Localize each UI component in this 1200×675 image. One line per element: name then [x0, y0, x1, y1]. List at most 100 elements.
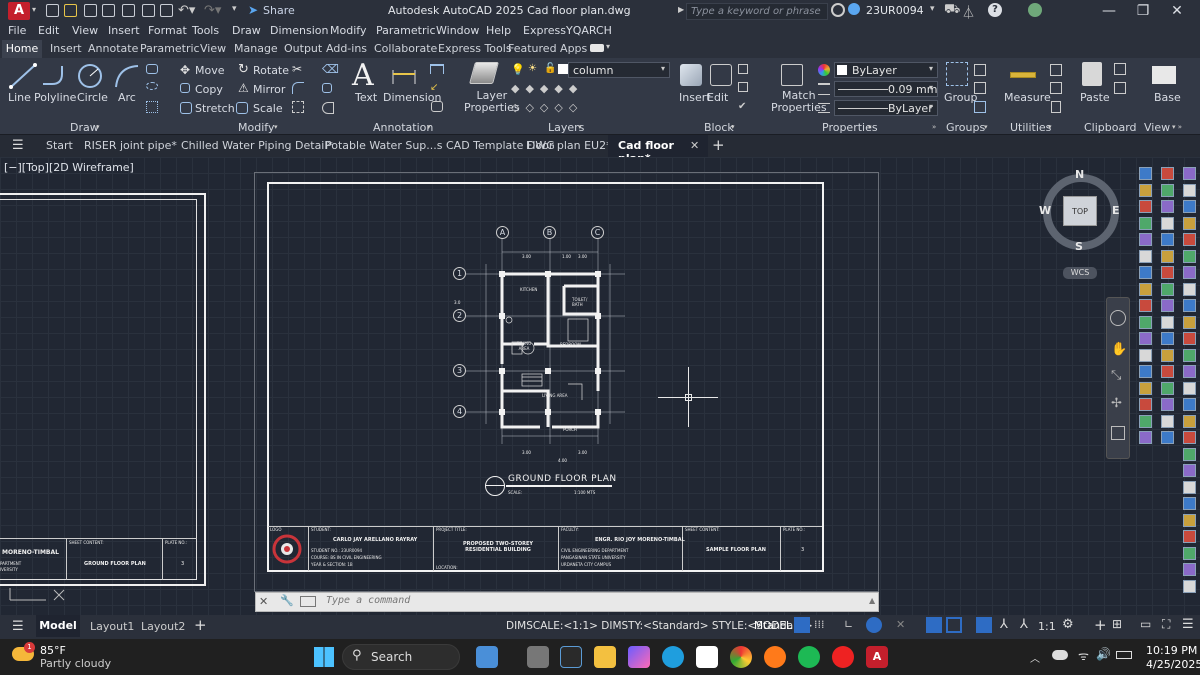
tool-palette-icon[interactable] [1183, 414, 1196, 428]
file-explorer-icon[interactable] [594, 646, 616, 668]
clock-date[interactable]: 4/25/2025 [1146, 658, 1200, 671]
tool-palette-icon[interactable] [1161, 431, 1174, 444]
menu-yqarch[interactable]: YQARCH [566, 24, 612, 37]
command-close-icon[interactable]: ✕ [259, 595, 268, 608]
tool-palette-icon[interactable] [1139, 200, 1152, 213]
menu-file[interactable]: File [8, 24, 26, 37]
dropbox-icon[interactable] [560, 646, 582, 668]
tool-palette-icon[interactable] [1183, 233, 1196, 246]
ellipse-icon[interactable] [146, 82, 158, 90]
file-tab-riser[interactable]: RISER joint pipe* [84, 139, 177, 152]
select-all-icon[interactable] [1050, 82, 1062, 94]
rotate-icon[interactable]: ↻ [238, 62, 249, 77]
utilities-panel-chevron-icon[interactable]: ▾ [1048, 123, 1052, 131]
polyline-icon[interactable] [40, 62, 68, 90]
tool-palette-icon[interactable] [1183, 480, 1196, 494]
group-icon[interactable] [946, 62, 968, 86]
app-menu-chevron-icon[interactable]: ▾ [32, 5, 36, 14]
group-select-icon[interactable] [974, 101, 986, 113]
search-expand-icon[interactable]: ▶ [678, 5, 684, 14]
weather-temp[interactable]: 85°F [40, 644, 66, 657]
dimension-icon[interactable] [390, 62, 418, 88]
tool-palette-icon[interactable] [1161, 167, 1174, 180]
tool-palette-icon[interactable] [1183, 167, 1196, 180]
tab-parametric[interactable]: Parametric [140, 42, 200, 55]
scale-button[interactable]: Scale [253, 102, 283, 115]
fillet-icon[interactable] [292, 82, 304, 94]
plot-icon[interactable] [122, 4, 135, 17]
minimize-button[interactable]: — [1100, 2, 1118, 20]
paste-button[interactable]: Paste [1080, 91, 1110, 104]
start-tab[interactable]: Start [46, 139, 73, 152]
paste-icon[interactable] [1082, 62, 1102, 86]
tool-palette-icon[interactable] [1183, 216, 1196, 230]
units-icon[interactable]: ⊞ [1112, 617, 1122, 631]
tool-palette-icon[interactable] [1161, 381, 1174, 395]
command-customize-icon[interactable]: 🔧 [280, 594, 294, 607]
edit-button[interactable]: Edit [707, 91, 728, 104]
menu-dimension[interactable]: Dimension [270, 24, 328, 37]
tool-palette-icon[interactable] [1161, 348, 1174, 362]
clean-screen-icon[interactable]: ⛶ [1162, 617, 1170, 632]
erase-icon[interactable]: ⌫ [322, 62, 339, 76]
tool-palette-icon[interactable] [1183, 282, 1196, 296]
tab-collaborate[interactable]: Collaborate [374, 42, 437, 55]
new-tab-icon[interactable]: + [712, 136, 725, 154]
layers-panel-chevron-icon[interactable]: ▾ [578, 123, 582, 131]
windows-start-icon[interactable] [314, 647, 334, 667]
tool-palette-icon[interactable] [1161, 315, 1174, 329]
move-icon[interactable]: ✥ [180, 63, 190, 77]
model-space-toggle[interactable]: MODEL [754, 620, 792, 632]
tool-palette-icon[interactable] [1183, 447, 1196, 461]
tool-palette-icon[interactable] [1139, 381, 1152, 395]
cut-clip-icon[interactable] [1114, 82, 1126, 94]
measure-button[interactable]: Measure [1004, 91, 1051, 104]
calculator-icon[interactable] [1051, 101, 1061, 113]
grid-toggle-icon[interactable] [794, 617, 810, 633]
menu-help[interactable]: Help [486, 24, 511, 37]
block-check-icon[interactable]: ✔ [738, 101, 746, 112]
viewcube-south[interactable]: S [1075, 240, 1083, 253]
draw-panel-chevron-icon[interactable]: ▾ [96, 123, 100, 131]
tool-palette-icon[interactable] [1139, 183, 1152, 197]
utilities-panel-footer[interactable]: Utilities [1010, 121, 1051, 134]
tool-palette-icon[interactable] [1139, 332, 1152, 345]
circle-button[interactable]: Circle [77, 91, 108, 104]
tool-palette-icon[interactable] [1161, 299, 1174, 312]
layout1-tab[interactable]: Layout1 [90, 620, 134, 633]
print-icon[interactable] [160, 4, 173, 17]
layout2-tab[interactable]: Layout2 [141, 620, 185, 633]
groups-panel-chevron-icon[interactable]: ▾ [984, 123, 988, 131]
explode-icon[interactable] [322, 83, 332, 93]
object-snap-icon[interactable] [946, 617, 962, 633]
tool-palette-icon[interactable] [1183, 365, 1196, 378]
edge-icon[interactable] [662, 646, 684, 668]
tool-palette-icon[interactable] [1183, 266, 1196, 279]
multileader-icon[interactable]: ↙ [430, 82, 438, 93]
share-icon[interactable]: ➤ [248, 3, 258, 17]
volume-icon[interactable]: 🔊 [1096, 647, 1111, 661]
tool-palette-icon[interactable] [1183, 315, 1196, 329]
account-chevron-icon[interactable]: ▾ [930, 4, 935, 14]
tool-palette-icon[interactable] [1139, 365, 1152, 378]
tab-add-ins[interactable]: Add-ins [326, 42, 367, 55]
move-button[interactable]: Move [195, 64, 225, 77]
leader-icon[interactable] [430, 64, 444, 74]
snap-icon[interactable]: ⁞⁞⁞ [814, 618, 825, 631]
lineweight-chevron-icon[interactable]: ▾ [929, 83, 933, 92]
showmotion-icon[interactable] [1111, 426, 1125, 440]
panel-expand-icon[interactable]: » [932, 123, 936, 131]
tool-palette-icon[interactable] [1183, 513, 1196, 527]
onedrive-icon[interactable] [1052, 650, 1068, 660]
tool-palette-icon[interactable] [1161, 266, 1174, 279]
groups-panel-footer[interactable]: Groups [946, 121, 985, 134]
chrome-icon[interactable] [730, 646, 752, 668]
copilot-icon[interactable] [628, 646, 650, 668]
text-button[interactable]: Text [355, 91, 377, 104]
clipboard-panel-footer[interactable]: Clipboard [1084, 121, 1137, 134]
annotation-panel-footer[interactable]: Annotation [373, 121, 433, 134]
menu-insert[interactable]: Insert [108, 24, 140, 37]
polar-tracking-icon[interactable] [866, 617, 882, 633]
workspace-gear-icon[interactable]: ⚙ [1062, 617, 1074, 632]
tool-palette-icon[interactable] [1139, 233, 1152, 246]
